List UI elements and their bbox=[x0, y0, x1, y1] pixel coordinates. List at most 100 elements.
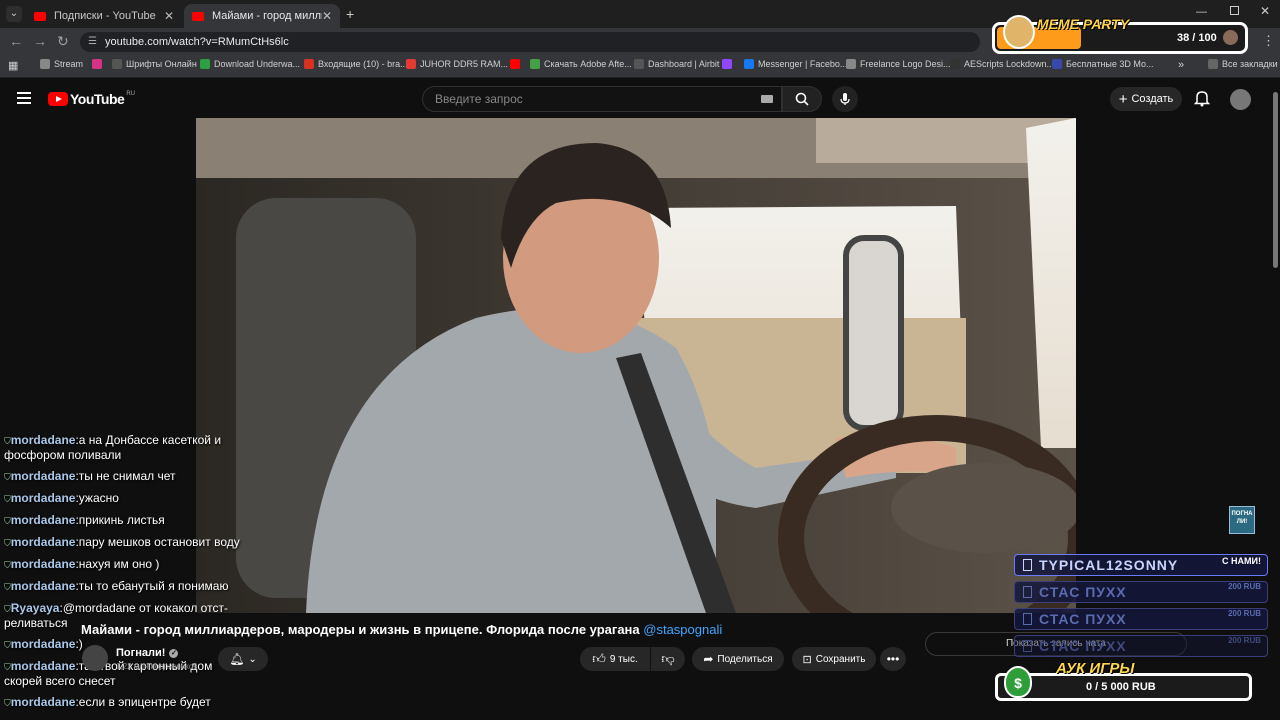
close-window-button[interactable]: ✕ bbox=[1260, 4, 1270, 18]
apps-grid-icon[interactable]: ▦ bbox=[8, 59, 18, 72]
meme-avatar-icon bbox=[1223, 30, 1238, 45]
supporter-row-active: TYPICAL12SONNY С НАМИ! bbox=[1014, 554, 1268, 576]
supporter-row: СТАС ПУХХ 200 RUB bbox=[1014, 581, 1268, 603]
chat-username[interactable]: mordadane bbox=[11, 535, 76, 549]
bookmark-youtube[interactable] bbox=[510, 59, 520, 69]
all-bookmarks[interactable]: Все закладки bbox=[1208, 59, 1278, 69]
bookmark-stream[interactable]: Stream bbox=[40, 59, 83, 69]
share-button[interactable]: ➦ Поделиться bbox=[692, 647, 784, 671]
page-scrollbar[interactable] bbox=[1272, 82, 1280, 720]
supporter-row: СТАС ПУХХ 200 RUB bbox=[1014, 608, 1268, 630]
dislike-button[interactable]: 👎︎ bbox=[651, 647, 685, 671]
minimize-window-button[interactable]: — bbox=[1196, 6, 1207, 18]
notifications-bell-icon[interactable] bbox=[1193, 89, 1211, 112]
browser-menu-icon[interactable]: ⋮ bbox=[1262, 33, 1275, 49]
gmail-icon bbox=[304, 59, 314, 69]
chevron-down-icon: ⌄ bbox=[248, 653, 257, 665]
video-player[interactable] bbox=[196, 118, 1076, 613]
twitch-icon bbox=[1023, 613, 1032, 625]
folder-icon bbox=[40, 59, 50, 69]
channel-name[interactable]: Погнали! ✓ bbox=[116, 647, 179, 659]
chat-username[interactable]: mordadane bbox=[11, 469, 76, 483]
chat-text: прикинь листья bbox=[78, 513, 165, 527]
bookmark-favicon-icon bbox=[200, 59, 210, 69]
chat-text: ) bbox=[78, 637, 83, 651]
like-button[interactable]: 👍︎ 9 тыс. bbox=[580, 647, 650, 671]
chat-username[interactable]: mordadane bbox=[11, 659, 76, 673]
chat-username[interactable]: mordadane bbox=[11, 513, 76, 527]
keyboard-icon[interactable] bbox=[761, 95, 773, 103]
chat-message: ⛉mordadane:пару мешков остановит воду bbox=[4, 535, 244, 550]
search-icon bbox=[795, 92, 809, 106]
more-bookmarks-icon[interactable]: » bbox=[1178, 59, 1184, 71]
scrollbar-thumb[interactable] bbox=[1273, 92, 1278, 268]
auction-widget: $ АУК ИГРЫ 0 / 5 000 RUB bbox=[995, 660, 1252, 701]
chat-username[interactable]: mordadane bbox=[11, 557, 76, 571]
chat-username[interactable]: Ryayaya bbox=[11, 601, 60, 615]
bookmark-twitch[interactable] bbox=[722, 59, 732, 69]
twitch-icon bbox=[722, 59, 732, 69]
bookmark-aescripts[interactable]: AEScripts Lockdown... bbox=[950, 59, 1054, 69]
chat-text: ты то ебанутый я понимаю bbox=[78, 579, 229, 593]
subscriber-count: 1,22 млн подписчиков bbox=[116, 662, 198, 671]
chat-username[interactable]: mordadane bbox=[11, 695, 76, 709]
bookmark-favicon-icon bbox=[92, 59, 102, 69]
moderator-shield-icon: ⛉ bbox=[4, 538, 11, 548]
avatar[interactable] bbox=[1230, 89, 1251, 110]
back-icon[interactable]: ← bbox=[9, 33, 23, 49]
chat-username[interactable]: mordadane bbox=[11, 579, 76, 593]
site-info-icon[interactable]: ☰ bbox=[88, 32, 97, 52]
bookmark-fonts[interactable]: Шрифты Онлайн bbox=[112, 59, 197, 69]
chat-message: ⛉mordadane:ты не снимал чет bbox=[4, 469, 244, 484]
hamburger-menu-icon[interactable] bbox=[17, 92, 31, 104]
url-field[interactable]: ☰ youtube.com/watch?v=RMumCtHs6lc bbox=[80, 32, 980, 52]
bookmark-favicon-icon bbox=[530, 59, 540, 69]
bookmark-juhor[interactable]: JUHOR DDR5 RAM... bbox=[406, 59, 508, 69]
mention-link[interactable]: @staspognali bbox=[643, 622, 722, 637]
youtube-logo[interactable]: YouTube RU bbox=[48, 91, 135, 107]
new-tab-button[interactable]: + bbox=[346, 6, 354, 22]
tab-label: Майами - город миллиардер... bbox=[212, 10, 322, 22]
tab-current-video[interactable]: Майами - город миллиардер... ✕ bbox=[184, 4, 340, 28]
moderator-shield-icon: ⛉ bbox=[4, 662, 11, 672]
close-tab-icon[interactable]: ✕ bbox=[164, 9, 174, 23]
facebook-icon bbox=[744, 59, 754, 69]
subscribe-notifications-button[interactable]: 🔔︎ ⌄ bbox=[218, 647, 268, 671]
bookmark-icon-only[interactable] bbox=[92, 59, 102, 69]
money-bag-icon: $ bbox=[1004, 666, 1032, 698]
more-dots-icon: ••• bbox=[886, 652, 900, 666]
save-button[interactable]: ⊡ Сохранить bbox=[792, 647, 876, 671]
bookmark-favicon-icon bbox=[634, 59, 644, 69]
bookmark-download[interactable]: Download Underwa... bbox=[200, 59, 300, 69]
bookmark-adobe[interactable]: Скачать Adobe Afte... bbox=[530, 59, 632, 69]
bookmark-messenger[interactable]: Messenger | Facebo... bbox=[744, 59, 847, 69]
moderator-shield-icon: ⛉ bbox=[4, 494, 11, 504]
tab-subscriptions[interactable]: Подписки - YouTube ✕ bbox=[26, 4, 182, 28]
forward-icon[interactable]: → bbox=[33, 33, 47, 49]
chat-text: пару мешков остановит воду bbox=[78, 535, 240, 549]
maximize-window-button[interactable] bbox=[1230, 6, 1239, 15]
moderator-shield-icon: ⛉ bbox=[4, 698, 11, 708]
bookmark-favicon-icon bbox=[406, 59, 416, 69]
close-tab-icon[interactable]: ✕ bbox=[322, 9, 332, 23]
reload-icon[interactable]: ↻ bbox=[57, 33, 69, 50]
youtube-header: YouTube RU Введите запрос + Создать bbox=[0, 78, 1280, 120]
search-button[interactable] bbox=[782, 86, 822, 112]
bookmark-freelance[interactable]: Freelance Logo Desi... bbox=[846, 59, 951, 69]
moderator-shield-icon: ⛉ bbox=[4, 640, 11, 650]
voice-search-button[interactable] bbox=[832, 86, 858, 112]
folder-icon bbox=[1208, 59, 1218, 69]
chat-username[interactable]: mordadane bbox=[11, 637, 76, 651]
bookmark-inbox[interactable]: Входящие (10) - bra... bbox=[304, 59, 408, 69]
search-input[interactable]: Введите запрос bbox=[422, 86, 782, 112]
bookmark-airbit[interactable]: Dashboard | Airbit bbox=[634, 59, 719, 69]
create-button[interactable]: + Создать bbox=[1110, 87, 1182, 111]
more-actions-button[interactable]: ••• bbox=[880, 647, 906, 671]
chat-text: нахуя им оно ) bbox=[78, 557, 160, 571]
microphone-icon bbox=[840, 93, 850, 105]
chat-username[interactable]: mordadane bbox=[11, 491, 76, 505]
channel-avatar[interactable] bbox=[82, 645, 108, 671]
tab-list-button[interactable]: ⌄ bbox=[6, 6, 22, 22]
bookmark-3d-models[interactable]: Бесплатные 3D Мо... bbox=[1052, 59, 1154, 69]
chat-username[interactable]: mordadane bbox=[11, 433, 76, 447]
